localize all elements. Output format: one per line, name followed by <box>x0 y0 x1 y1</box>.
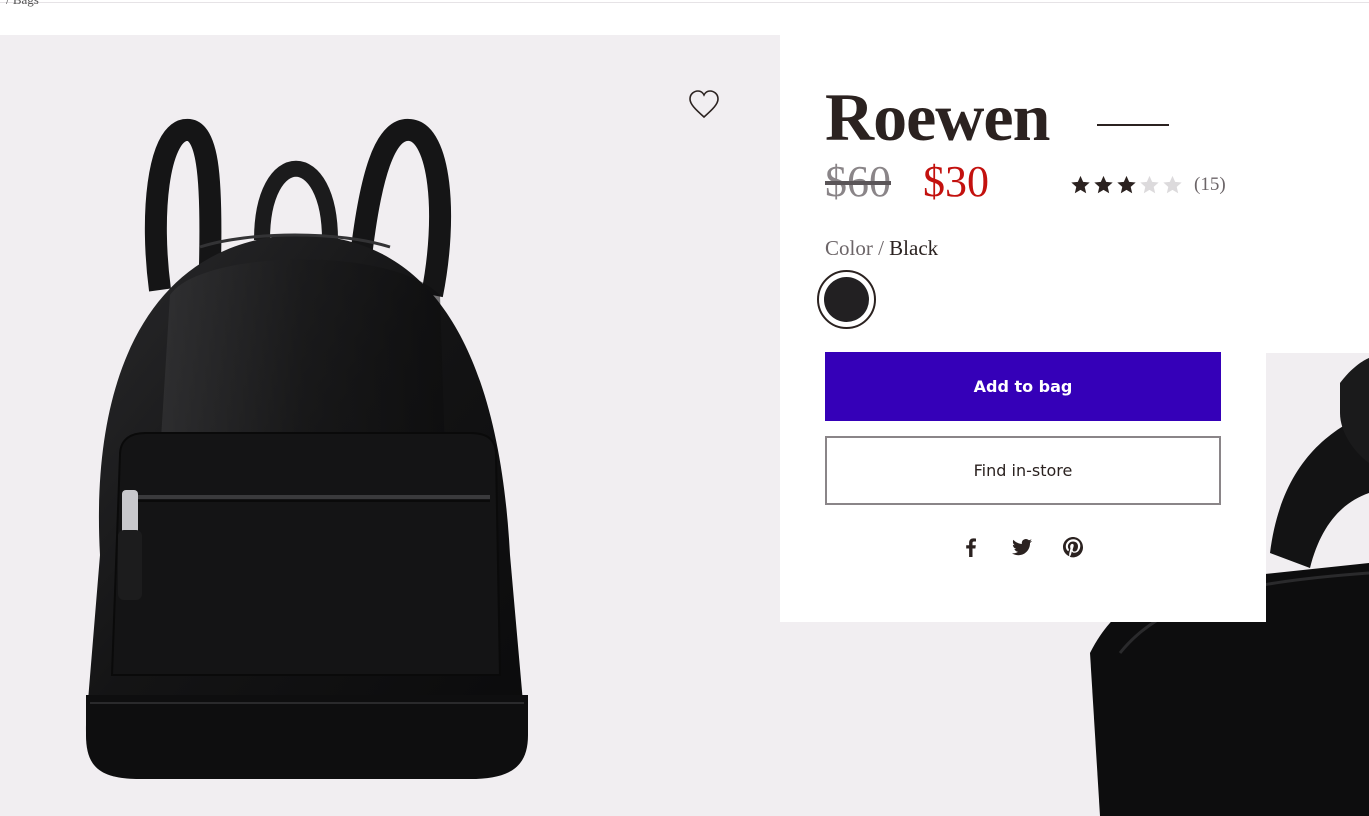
backpack-image <box>85 118 528 779</box>
review-count[interactable]: (15) <box>1194 174 1226 196</box>
title-divider <box>1097 124 1169 126</box>
star-filled-icon <box>1071 175 1090 194</box>
color-label: Color / Black <box>825 236 938 261</box>
star-filled-icon <box>1094 175 1113 194</box>
star-filled-icon <box>1117 175 1136 194</box>
original-price: $60 <box>825 157 891 206</box>
pinterest-icon[interactable] <box>1061 535 1085 559</box>
facebook-icon[interactable] <box>959 535 983 559</box>
breadcrumb[interactable]: / Bags <box>6 0 39 8</box>
twitter-icon[interactable] <box>1010 535 1034 559</box>
color-value: Black <box>889 236 939 260</box>
star-empty-icon <box>1140 175 1159 194</box>
color-swatch-black[interactable] <box>817 270 876 329</box>
add-to-bag-button[interactable]: Add to bag <box>825 352 1221 421</box>
find-in-store-button[interactable]: Find in-store <box>825 436 1221 505</box>
color-swatch-fill <box>824 277 869 322</box>
product-image-main[interactable] <box>0 35 780 816</box>
sale-price: $30 <box>923 157 989 206</box>
wishlist-heart-icon[interactable] <box>687 89 721 121</box>
star-empty-icon <box>1163 175 1182 194</box>
top-divider <box>0 0 1369 3</box>
rating[interactable]: (15) <box>1069 174 1226 196</box>
product-title: Roewen <box>825 79 1050 155</box>
color-label-prefix: Color / <box>825 236 884 260</box>
